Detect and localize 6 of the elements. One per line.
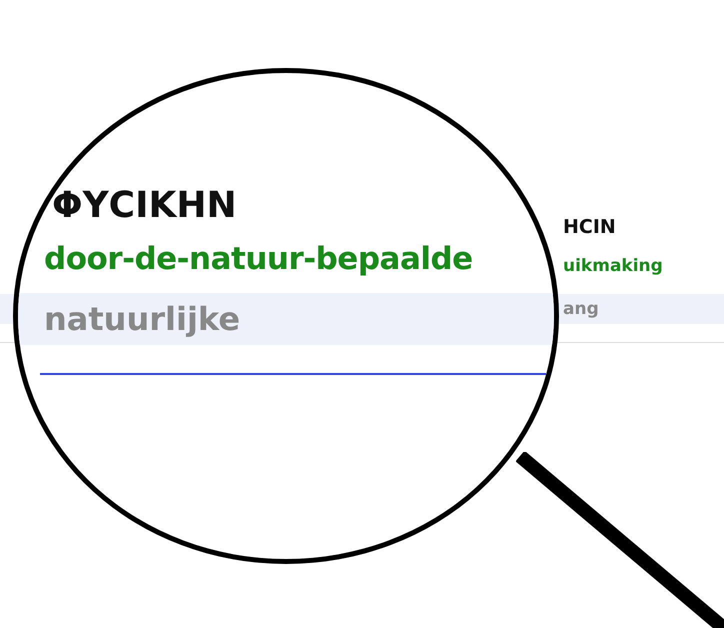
- translation-text: ang: [563, 299, 599, 319]
- heading: ΦΥCIKHN: [51, 185, 238, 228]
- heading: HCIN: [563, 216, 616, 240]
- translation-text: natuurlijke: [44, 300, 240, 338]
- term-text: door-de-natuur-bepaalde: [43, 241, 474, 279]
- term-text: uikmaking: [563, 256, 663, 278]
